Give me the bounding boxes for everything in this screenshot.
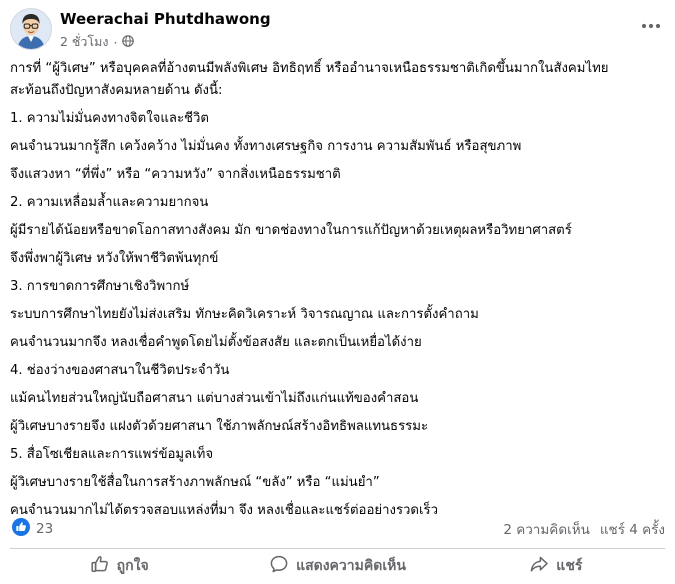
comment-bubble-icon	[269, 554, 289, 578]
post-paragraph: จึงพึ่งพาผู้วิเศษ หวังให้พาชีวิตพ้นทุกข์	[10, 251, 219, 266]
author-name[interactable]: Weerachai Phutdhawong	[60, 10, 271, 28]
section-heading: 1. ความไม่มั่นคงทางจิตใจและชีวิต	[10, 111, 209, 126]
share-arrow-icon	[529, 554, 549, 578]
share-count[interactable]: แชร์ 4 ครั้ง	[600, 518, 665, 540]
comment-count[interactable]: 2 ความคิดเห็น	[503, 518, 590, 540]
post-paragraph: ผู้มีรายได้น้อยหรือขาดโอกาสทางสังคม มัก …	[10, 223, 572, 238]
post-paragraph: คนจำนวนมากรู้สึก เคว้งคว้าง ไม่มั่นคง ทั…	[10, 139, 522, 154]
reaction-summary[interactable]: 23	[12, 518, 53, 540]
section-heading: 2. ความเหลื่อมล้ำและความยากจน	[10, 195, 209, 210]
post-card: Weerachai Phutdhawong 2 ชั่วโมง · การที่…	[0, 0, 675, 584]
more-dots-icon[interactable]	[637, 12, 665, 40]
post-header: Weerachai Phutdhawong 2 ชั่วโมง ·	[10, 8, 665, 54]
post-paragraph: คนจำนวนมากจึง หลงเชื่อคำพูดโดยไม่ตั้งข้อ…	[10, 335, 422, 350]
post-paragraph: ผู้วิเศษบางรายจึง แฝงตัวด้วยศาสนา ใช้ภาพ…	[10, 419, 429, 434]
share-button[interactable]: แชร์	[447, 551, 665, 581]
post-paragraph: สะท้อนถึงปัญหาสังคมหลายด้าน ดังนี้:	[10, 83, 223, 98]
avatar[interactable]	[10, 8, 52, 50]
like-button[interactable]: ถูกใจ	[10, 551, 228, 581]
post-time[interactable]: 2 ชั่วโมง	[60, 32, 109, 52]
post-meta: 2 ชั่วโมง ·	[60, 32, 135, 52]
post-actions: ถูกใจ แสดงความคิดเห็น แชร์	[10, 551, 665, 581]
post-paragraph: การที่ “ผู้วิเศษ” หรือบุคคลที่อ้างตนมีพล…	[10, 61, 609, 76]
post-body: การที่ “ผู้วิเศษ” หรือบุคคลที่อ้างตนมีพล…	[10, 58, 670, 522]
section-heading: 3. การขาดการศึกษาเชิงวิพากษ์	[10, 279, 190, 294]
comment-label: แสดงความคิดเห็น	[296, 558, 406, 574]
like-reaction-icon	[12, 518, 30, 540]
meta-separator: ·	[113, 34, 118, 50]
post-paragraph: แม้คนไทยส่วนใหญ่นับถือศาสนา แต่บางส่วนเข…	[10, 391, 419, 406]
reaction-stats: 23 2 ความคิดเห็น แชร์ 4 ครั้ง	[12, 518, 665, 540]
divider	[10, 548, 665, 549]
section-heading: 5. สื่อโซเชียลและการแพร่ข้อมูลเท็จ	[10, 447, 214, 462]
reaction-count: 23	[36, 521, 54, 537]
section-heading: 4. ช่องว่างของศาสนาในชีวิตประจำวัน	[10, 363, 230, 378]
comment-button[interactable]: แสดงความคิดเห็น	[228, 551, 446, 581]
post-paragraph: ระบบการศึกษาไทยยังไม่ส่งเสริม ทักษะคิดวิ…	[10, 307, 479, 322]
thumbs-up-icon	[90, 554, 110, 578]
like-label: ถูกใจ	[116, 558, 149, 574]
post-paragraph: ผู้วิเศษบางรายใช้สื่อในการสร้างภาพลักษณ์…	[10, 475, 380, 490]
share-label: แชร์	[556, 558, 583, 574]
post-paragraph: จึงแสวงหา “ที่พึ่ง” หรือ “ความหวัง” จากส…	[10, 167, 341, 182]
engagement-counts: 2 ความคิดเห็น แชร์ 4 ครั้ง	[503, 518, 665, 540]
globe-icon	[122, 34, 135, 50]
